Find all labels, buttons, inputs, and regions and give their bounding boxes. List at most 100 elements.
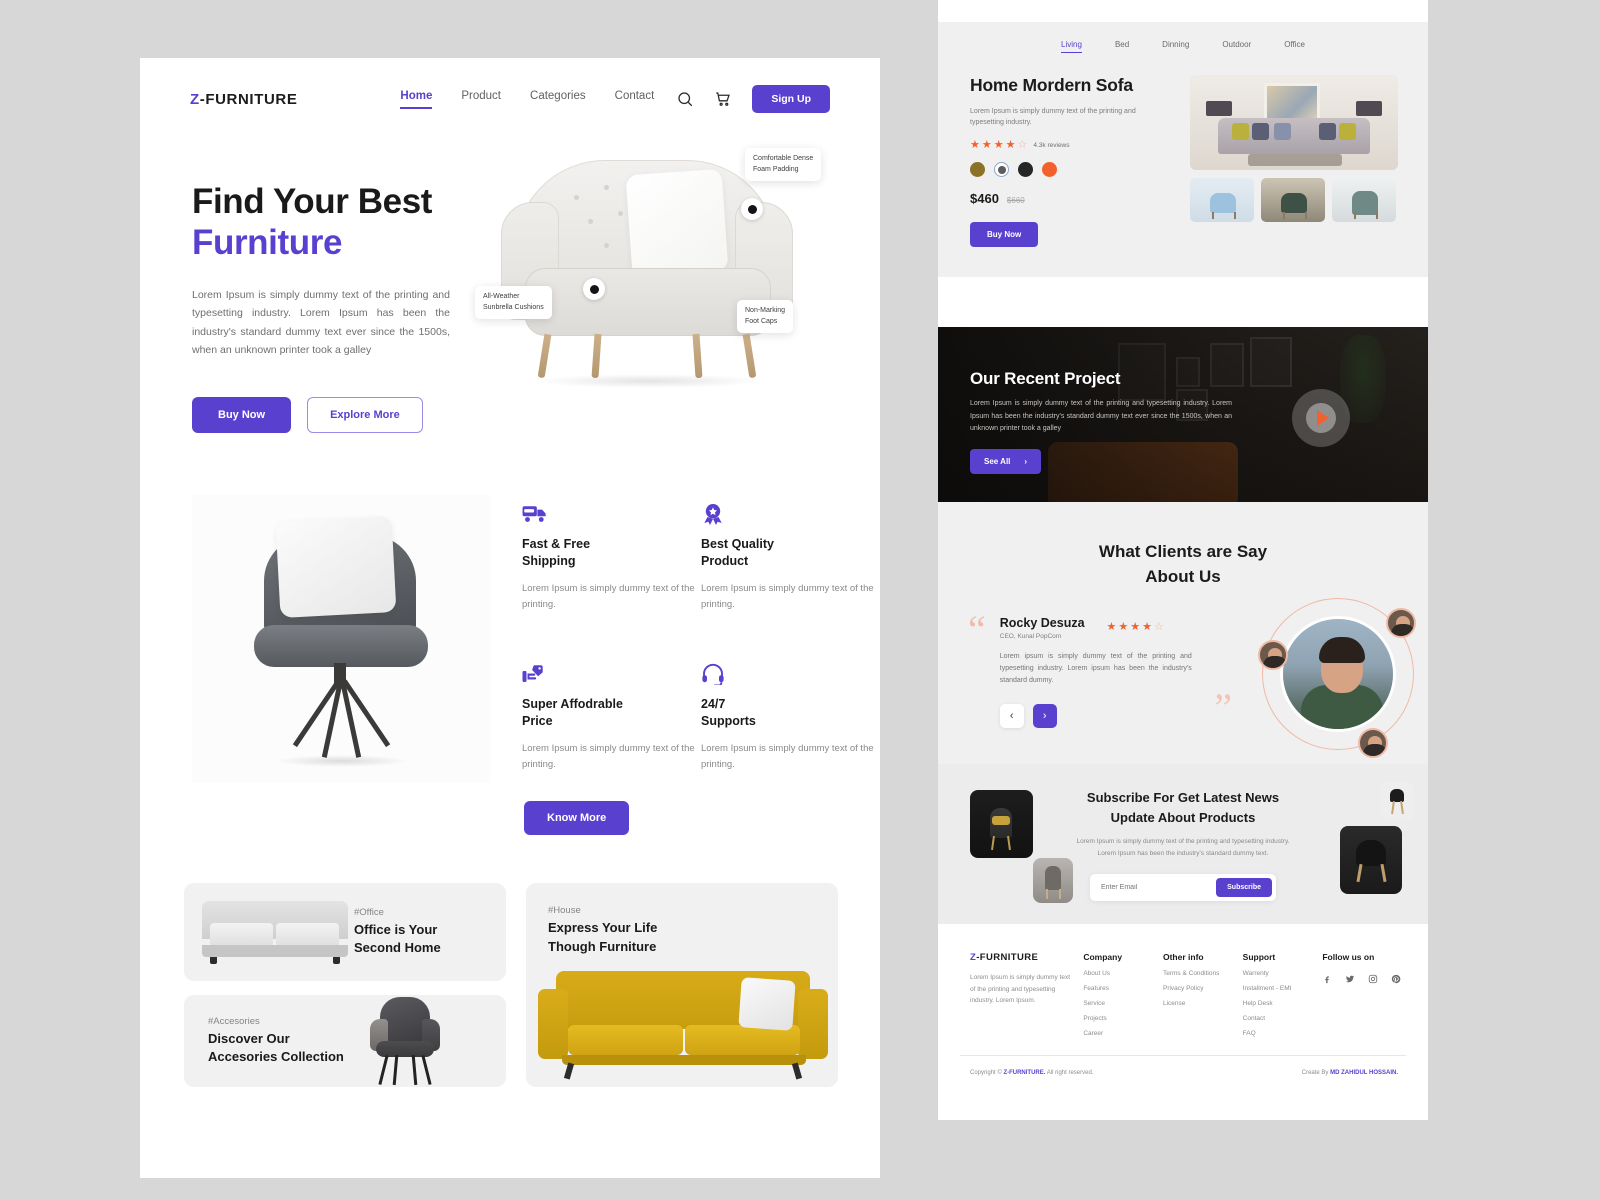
gallery-thumb-3[interactable] <box>1332 178 1396 222</box>
testimonials-section: What Clients are Say About Us “ Rocky De… <box>938 502 1428 765</box>
swatch-gold[interactable] <box>970 162 985 178</box>
footer-link[interactable]: Warrenty <box>1243 970 1323 977</box>
tab-outdoor[interactable]: Outdoor <box>1222 40 1251 53</box>
facebook-icon[interactable] <box>1322 974 1332 984</box>
twitter-icon[interactable] <box>1345 974 1355 984</box>
category-title: Discover Our Accesories Collection <box>208 1030 344 1067</box>
footer-link[interactable]: Installment - EMI <box>1243 985 1323 992</box>
category-card-house[interactable]: #House Express Your Life Though Furnitur… <box>526 883 838 1088</box>
cart-icon[interactable] <box>714 90 732 108</box>
hero-buy-now-button[interactable]: Buy Now <box>192 397 292 434</box>
hotspot-dot-padding[interactable] <box>741 198 763 220</box>
feature-title: Best Quality Product <box>701 536 880 570</box>
hero-explore-more-button[interactable]: Explore More <box>307 397 423 434</box>
nav-actions: Sign Up <box>676 85 830 113</box>
chevron-right-icon: › <box>1024 457 1028 467</box>
copyright-prefix: Copyright © <box>970 1070 1004 1077</box>
star-filled: ★ <box>970 139 980 152</box>
section-divider <box>938 277 1428 328</box>
testimonial-prev-button[interactable]: ‹ <box>999 704 1024 729</box>
category-title-line2: Second Home <box>354 940 441 956</box>
footer-link[interactable]: Privacy Policy <box>1163 985 1243 992</box>
nav-item-product[interactable]: Product <box>461 90 501 109</box>
category-card-office[interactable]: #Office Office is Your Second Home <box>184 883 506 982</box>
avatar-thumb-top-right[interactable] <box>1386 607 1416 638</box>
search-icon[interactable] <box>676 90 694 108</box>
avatar-thumb-left[interactable] <box>1258 639 1288 670</box>
footer-link[interactable]: Terms & Conditions <box>1163 970 1243 977</box>
swivel-chair-illustration <box>192 495 490 784</box>
nav-item-contact[interactable]: Contact <box>615 90 655 109</box>
email-input[interactable] <box>1094 878 1217 896</box>
feature-title-line2: Price <box>522 714 553 729</box>
footer-link[interactable]: License <box>1163 1000 1243 1007</box>
footer-logo[interactable]: Z-FURNITURE <box>970 952 1083 963</box>
category-title: Express Your Life Though Furniture <box>548 919 838 956</box>
footer-link[interactable]: Contact <box>1243 1015 1323 1022</box>
see-all-button[interactable]: See All › <box>970 449 1042 475</box>
category-card-accessories[interactable]: #Accesories Discover Our Accesories Coll… <box>184 995 506 1088</box>
nav-item-categories[interactable]: Categories <box>530 90 586 109</box>
copyright-suffix: All right reserved. <box>1045 1070 1094 1077</box>
signup-button[interactable]: Sign Up <box>752 85 830 113</box>
swatch-selected[interactable] <box>994 162 1009 178</box>
footer-brand: Z-FURNITURE Lorem Ipsum is simply dummy … <box>970 952 1083 1037</box>
avatar-thumb-bottom[interactable] <box>1358 727 1388 758</box>
project-text: Lorem Ipsum is simply dummy text of the … <box>970 400 1232 432</box>
testimonial-header: Rocky Desuza CEO, Kunal PopCorn ★ ★ ★ ★ … <box>1000 616 1192 640</box>
feature-text: Lorem Ipsum is simply dummy text of the … <box>701 583 874 611</box>
footer-column-heading: Company <box>1083 952 1123 963</box>
instagram-icon[interactable] <box>1368 974 1378 984</box>
pinterest-icon[interactable] <box>1391 974 1401 984</box>
footer-link[interactable]: Help Desk <box>1243 1000 1323 1007</box>
footer-link[interactable]: Features <box>1083 985 1163 992</box>
swatch-orange[interactable] <box>1042 162 1057 178</box>
category-title-line2: Though Furniture <box>548 938 657 954</box>
footer-link[interactable]: Service <box>1083 1000 1163 1007</box>
swivel-chair-shadow <box>274 755 410 768</box>
footer-link[interactable]: Projects <box>1083 1015 1163 1022</box>
price-tag-hand-icon <box>522 665 543 683</box>
swatch-black[interactable] <box>1018 162 1033 178</box>
category-title-line2: Accesories Collection <box>208 1049 344 1065</box>
product-gallery <box>1190 75 1398 247</box>
feature-item-quality: Best Quality Product Lorem Ipsum is simp… <box>701 503 880 623</box>
subscribe-section: Subscribe For Get Latest News Update Abo… <box>938 764 1428 925</box>
tab-dinning[interactable]: Dinning <box>1162 40 1189 53</box>
category-text-house: #House Express Your Life Though Furnitur… <box>526 883 838 956</box>
feature-text: Lorem Ipsum is simply dummy text of the … <box>522 583 695 611</box>
nav-item-home[interactable]: Home <box>400 90 432 109</box>
know-more-button[interactable]: Know More <box>524 801 630 836</box>
gallery-thumb-2[interactable] <box>1261 178 1325 222</box>
feature-title: Super Affodrable Price <box>522 696 701 730</box>
hero-title-line2: Furniture <box>192 222 343 262</box>
tab-living[interactable]: Living <box>1061 40 1082 53</box>
footer-divider <box>960 1055 1406 1057</box>
tab-bed[interactable]: Bed <box>1115 40 1129 53</box>
hotspot-dot-cushions[interactable] <box>583 278 605 300</box>
product-description: Lorem Ipsum is simply dummy text of the … <box>970 108 1136 127</box>
star-empty: ☆ <box>1154 621 1164 634</box>
brand-logo[interactable]: Z-FURNITURE <box>190 91 297 108</box>
star-filled: ★ <box>1005 139 1016 152</box>
star-empty: ☆ <box>1017 139 1028 152</box>
product-buy-now-button[interactable]: Buy Now <box>970 222 1039 248</box>
footer-link[interactable]: About Us <box>1083 970 1163 977</box>
hero-section: Find Your Best Furniture Lorem Ipsum is … <box>140 120 880 434</box>
subscribe-image-black-chair <box>1340 826 1402 895</box>
play-video-button[interactable] <box>1292 389 1350 448</box>
testimonials-heading-line2: About Us <box>1145 567 1221 587</box>
feature-title-line2: Supports <box>701 714 756 729</box>
hero-tag-cushions: All-Weather Sunbrella Cushions <box>475 286 552 319</box>
product-price: $460 <box>970 191 999 207</box>
tab-office[interactable]: Office <box>1284 40 1305 53</box>
swivel-chair-seat <box>254 625 428 668</box>
gallery-main-image[interactable] <box>1190 75 1398 170</box>
footer-link[interactable]: FAQ <box>1243 1030 1323 1037</box>
testimonial-content: Rocky Desuza CEO, Kunal PopCorn ★ ★ ★ ★ … <box>999 616 1192 729</box>
gallery-thumb-1[interactable] <box>1190 178 1254 222</box>
subscribe-button[interactable]: Subscribe <box>1216 877 1272 897</box>
subscribe-form: Subscribe <box>1090 873 1276 901</box>
footer-link[interactable]: Career <box>1083 1030 1163 1037</box>
testimonial-next-button[interactable]: › <box>1032 704 1057 729</box>
